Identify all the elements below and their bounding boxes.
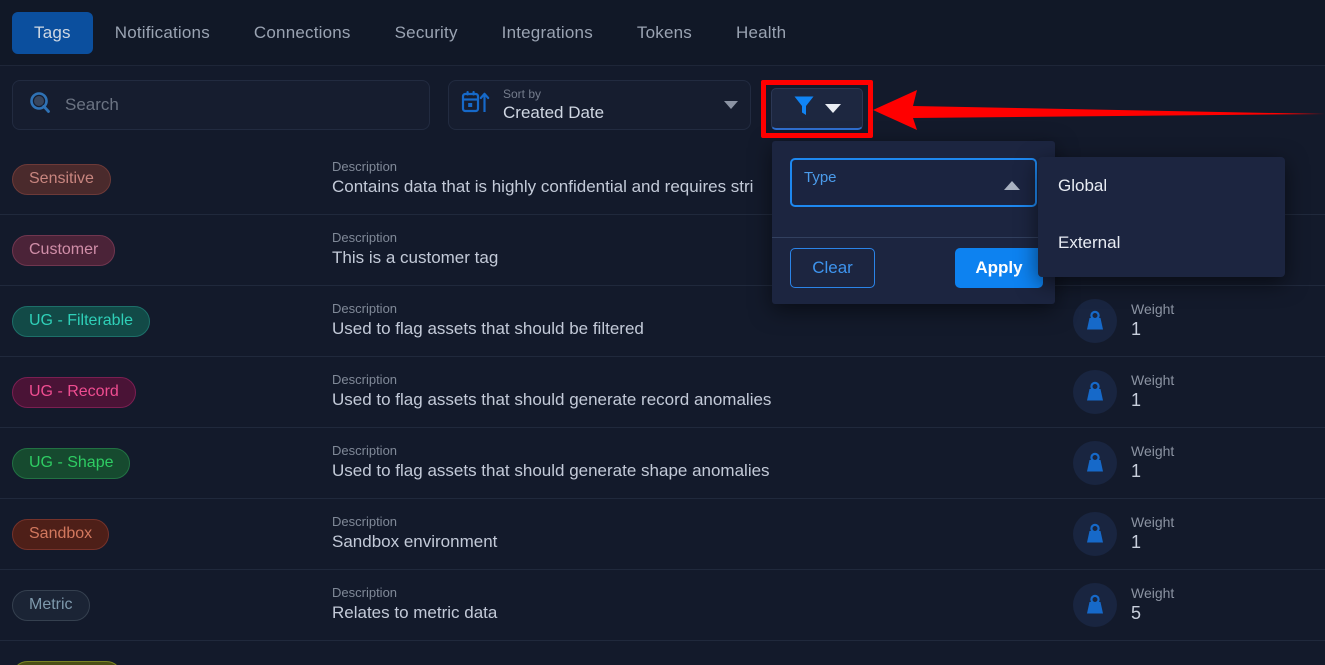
search-icon [27, 90, 53, 121]
weight-kettlebell-icon [1073, 583, 1117, 627]
calendar-sort-ascending-icon [461, 90, 491, 121]
type-select[interactable]: Type [790, 158, 1037, 207]
weight-value: 1 [1131, 319, 1142, 340]
table-row[interactable]: UG - Shape Description Used to flag assets… [0, 428, 1325, 499]
weight-kettlebell-icon [1073, 370, 1117, 414]
weight-value: 1 [1131, 532, 1142, 553]
apply-button[interactable]: Apply [955, 248, 1043, 288]
weight-kettlebell-icon [1073, 299, 1117, 343]
tag-chip[interactable]: Sensitive [12, 163, 111, 195]
search-box[interactable] [12, 80, 430, 130]
tag-cell: Sandbox [12, 518, 332, 550]
filter-button[interactable] [771, 88, 863, 130]
weight-label: Weight [1131, 443, 1175, 460]
weight-label: Weight [1131, 301, 1175, 318]
weight-kettlebell-icon [1073, 512, 1117, 556]
tag-chip[interactable]: UG - Record [12, 376, 136, 408]
tag-cell: UG - Filterable [12, 305, 332, 337]
funnel-icon [793, 94, 815, 123]
weight-text: Weight 5 [1131, 584, 1174, 626]
table-row[interactable]: Metric Description Relates to metric data W… [0, 570, 1325, 641]
type-option-global[interactable]: Global [1038, 157, 1285, 214]
tag-chip[interactable]: UG - Shape [12, 447, 131, 479]
chevron-up-icon [1004, 181, 1020, 190]
weight-cell: Weight1 [1073, 299, 1313, 343]
description-value: Relates to metric data [332, 602, 498, 622]
toolbar: Sort by Created Date [0, 66, 1325, 144]
tag-cell: Metric [12, 589, 332, 621]
filter-popover: Type Clear Apply [772, 141, 1055, 304]
weight-text: Weight1 [1131, 371, 1174, 413]
weight-cell: Weight1 [1073, 370, 1313, 414]
tag-cell: Customer [12, 234, 332, 266]
description-label: Description [332, 514, 398, 530]
description-cell: Description Used to flag assets that shou… [332, 372, 1073, 412]
description-cell: Description Relates to metric data [332, 585, 1073, 625]
tag-cell [12, 660, 332, 665]
tab-integrations[interactable]: Integrations [480, 12, 615, 54]
weight-label: Weight [1131, 514, 1175, 531]
popover-divider [772, 237, 1055, 238]
description-label: Description [332, 443, 398, 459]
weight-cell: Weight1 [1073, 512, 1313, 556]
type-select-placeholder: Type [804, 169, 837, 186]
tab-security[interactable]: Security [373, 12, 480, 54]
type-option-external[interactable]: External [1038, 214, 1285, 271]
tab-health[interactable]: Health [714, 12, 808, 54]
weight-label: Weight [1131, 585, 1175, 602]
weight-kettlebell-icon [1073, 441, 1117, 485]
sort-by-label: Sort by [503, 86, 542, 101]
tab-tags[interactable]: Tags [12, 11, 93, 54]
tag-cell: UG - Shape [12, 447, 332, 479]
description-value: Sandbox environment [332, 531, 498, 551]
tag-chip[interactable] [12, 660, 122, 665]
chevron-down-icon [724, 101, 738, 109]
weight-value: 1 [1131, 390, 1142, 411]
tab-connections[interactable]: Connections [232, 12, 373, 54]
sort-by-value: Created Date [503, 102, 605, 122]
weight-text: Weight1 [1131, 442, 1174, 484]
table-row[interactable]: UG - Record Description Used to flag asset… [0, 357, 1325, 428]
caret-down-icon [825, 104, 841, 113]
weight-label: Weight [1131, 372, 1175, 389]
tab-bar: Tags Notifications Connections Security Inte… [0, 0, 1325, 66]
table-row[interactable]: UG - Filterable Description Used to flag a… [0, 286, 1325, 357]
table-row[interactable]: DescriptionWeight [0, 641, 1325, 665]
weight-cell: Weight [1073, 654, 1313, 665]
tag-chip[interactable]: Sandbox [12, 518, 110, 550]
description-cell: Description Used to flag assets that shou… [332, 301, 1073, 341]
description-label: Description [332, 372, 398, 388]
clear-button[interactable]: Clear [790, 248, 875, 288]
tag-chip[interactable]: Metric [12, 589, 90, 621]
description-value: Used to flag assets that should generate… [332, 389, 772, 409]
weight-cell: Weight1 [1073, 441, 1313, 485]
tag-cell: UG - Record [12, 376, 332, 408]
settings-page: Tags Notifications Connections Security Inte… [0, 0, 1325, 665]
description-value: Used to flag assets that should generate… [332, 460, 770, 480]
weight-value: 5 [1131, 603, 1142, 624]
description-value: Used to flag assets that should be filte… [332, 318, 644, 338]
tag-chip[interactable]: UG - Filterable [12, 305, 151, 337]
tag-chip[interactable]: Customer [12, 234, 116, 266]
table-row[interactable]: Sandbox Description Sandbox environment Wei… [0, 499, 1325, 570]
weight-text: Weight1 [1131, 300, 1174, 342]
description-cell: Description Sandbox environment [332, 514, 1073, 554]
weight-text: Weight1 [1131, 513, 1174, 555]
tab-tokens[interactable]: Tokens [615, 12, 714, 54]
weight-value: 1 [1131, 461, 1142, 482]
tab-notifications[interactable]: Notifications [93, 12, 232, 54]
sort-by-select[interactable]: Sort by Created Date [448, 80, 751, 130]
weight-cell: Weight 5 [1073, 583, 1313, 627]
description-cell: Description Used to flag assets that shou… [332, 443, 1073, 483]
description-label: Description [332, 585, 398, 601]
type-options-dropdown: Global External [1038, 157, 1285, 277]
tag-cell: Sensitive [12, 163, 332, 195]
search-input[interactable] [65, 95, 415, 115]
